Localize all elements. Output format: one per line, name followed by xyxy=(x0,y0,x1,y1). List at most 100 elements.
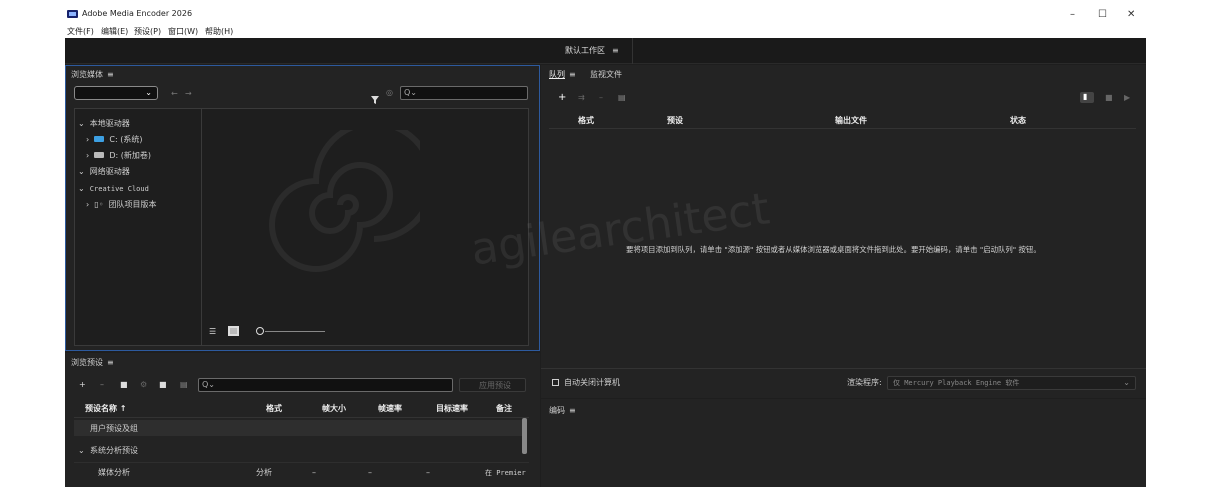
tab-watch-folders[interactable]: 监视文件 xyxy=(590,70,622,80)
encoder-toggle-glyph: ▮ xyxy=(1083,92,1088,101)
stop-queue-icon[interactable]: ■ xyxy=(1105,93,1113,103)
expand-chevron-icon: ⌄ xyxy=(78,184,85,193)
import-preset-icon[interactable]: ■ xyxy=(159,380,167,390)
preset-header-line xyxy=(74,417,529,418)
back-arrow-icon[interactable]: ← xyxy=(171,89,178,99)
drive-d-icon xyxy=(94,152,105,158)
eye-icon[interactable]: ◎ xyxy=(386,88,393,98)
preset-cell-frame-size: – xyxy=(312,468,316,477)
encoding-title[interactable]: 编码 xyxy=(549,406,565,416)
queue-footer-line xyxy=(541,368,1146,369)
tree-label: 网络驱动器 xyxy=(89,167,130,176)
workspace-tab[interactable]: 默认工作区 xyxy=(565,46,605,56)
add-source-icon[interactable]: + xyxy=(558,93,566,103)
menu-help[interactable]: 帮助(H) xyxy=(205,27,233,37)
remove-preset-icon[interactable]: – xyxy=(100,380,104,390)
queue-col-preset[interactable]: 预设 xyxy=(667,116,683,126)
queue-empty-message: 要将项目添加到队列，请单击 "添加源" 按钮或者从媒体浏览器或桌面将文件拖到此处… xyxy=(626,245,1041,254)
col-frame-rate[interactable]: 帧速率 xyxy=(378,404,402,414)
expand-chevron-icon: ⌄ xyxy=(78,119,85,128)
apply-preset-button[interactable]: 应用预设 xyxy=(459,378,526,392)
tree-label: 团队项目版本 xyxy=(108,200,157,209)
workspace-bar: 默认工作区 ≡ xyxy=(65,38,1146,64)
app-logo-icon xyxy=(67,10,78,18)
col-preset-name[interactable]: 预设名称 ↑ xyxy=(85,404,127,414)
tree-divider[interactable] xyxy=(201,109,202,345)
media-browser-menu-icon[interactable]: ≡ xyxy=(107,70,114,80)
icon-view-icon[interactable] xyxy=(228,326,239,336)
menu-window[interactable]: 窗口(W) xyxy=(168,27,198,37)
encoding-menu-icon[interactable]: ≡ xyxy=(569,406,576,416)
location-dropdown[interactable]: ⌄ xyxy=(74,86,158,100)
encoding-panel xyxy=(541,399,1146,487)
menu-edit[interactable]: 编辑(E) xyxy=(101,27,128,37)
queue-header-line xyxy=(549,128,1136,129)
queue-col-output[interactable]: 输出文件 xyxy=(835,116,867,126)
preset-settings-icon[interactable]: ⚙ xyxy=(140,380,147,390)
preset-cell-frame-rate: – xyxy=(368,468,372,477)
media-browser-title[interactable]: 浏览媒体 xyxy=(71,70,103,80)
auto-shutdown-checkbox[interactable] xyxy=(552,379,559,386)
collapse-chevron-icon: › xyxy=(86,200,90,209)
window-title: Adobe Media Encoder 2026 xyxy=(82,9,193,18)
search-icon: Q⌄ xyxy=(202,380,215,389)
queue-col-format[interactable]: 格式 xyxy=(578,116,594,126)
export-preset-icon[interactable]: ▤ xyxy=(180,380,188,390)
preset-row-media-analysis[interactable]: 媒体分析 分析 – – – 在 Premier xyxy=(74,462,529,478)
preset-row-label: 系统分析预设 xyxy=(90,446,138,455)
watermark-logo xyxy=(260,120,435,280)
renderer-label: 渲染程序: xyxy=(847,378,882,387)
forward-arrow-icon[interactable]: → xyxy=(185,89,192,99)
search-icon: Q⌄ xyxy=(404,88,417,97)
preset-cell-comment: 在 Premier xyxy=(485,469,526,477)
auto-shutdown-label: 自动关闭计算机 xyxy=(564,378,620,387)
menu-bar: 文件(F) 编辑(E) 预设(P) 窗口(W) 帮助(H) xyxy=(0,24,1211,38)
encoder-toggle-icon[interactable]: ▮ xyxy=(1080,92,1094,103)
team-project-icon: ▯◦ xyxy=(94,200,104,209)
expand-chevron-icon: ⌄ xyxy=(78,167,85,176)
tab-queue[interactable]: 队列 xyxy=(549,70,565,80)
expand-chevron-icon: ⌄ xyxy=(78,446,85,455)
add-output-icon[interactable]: ⇉ xyxy=(578,93,585,103)
filter-icon[interactable] xyxy=(371,89,379,108)
start-queue-icon[interactable]: ▶ xyxy=(1124,93,1130,103)
chevron-down-icon: ⌄ xyxy=(145,88,152,97)
queue-menu-icon[interactable]: ≡ xyxy=(569,70,576,80)
close-button[interactable]: ✕ xyxy=(1127,10,1135,20)
col-format[interactable]: 格式 xyxy=(266,404,282,414)
apply-preset-label: 应用预设 xyxy=(479,381,511,390)
preset-browser-title[interactable]: 浏览预设 xyxy=(71,358,103,368)
preset-search-input[interactable]: Q⌄ xyxy=(198,378,453,392)
col-frame-size[interactable]: 帧大小 xyxy=(322,404,346,414)
preset-cell-target-rate: – xyxy=(426,468,430,477)
renderer-select[interactable]: 仅 Mercury Playback Engine 软件 ⌄ xyxy=(887,376,1136,390)
queue-col-status[interactable]: 状态 xyxy=(1010,116,1026,126)
preset-row-label: 用户预设及组 xyxy=(90,424,138,433)
remove-icon[interactable]: – xyxy=(599,93,603,103)
new-group-icon[interactable]: ■ xyxy=(120,380,128,390)
add-preset-icon[interactable]: + xyxy=(79,380,86,390)
col-comment[interactable]: 备注 xyxy=(496,404,512,414)
duplicate-icon[interactable]: ▤ xyxy=(618,93,626,103)
zoom-slider-handle[interactable] xyxy=(256,327,264,335)
preset-row-label: 媒体分析 xyxy=(98,468,130,477)
drive-c-icon xyxy=(94,136,105,142)
preset-scrollbar[interactable] xyxy=(522,418,527,454)
tree-item-team-projects[interactable]: › ▯◦ 团队项目版本 xyxy=(86,192,157,211)
workspace-menu-icon[interactable]: ≡ xyxy=(612,46,619,56)
list-view-icon[interactable]: ☰ xyxy=(209,327,216,337)
chevron-down-icon: ⌄ xyxy=(1123,378,1130,387)
minimize-button[interactable]: – xyxy=(1070,10,1075,20)
menu-preset[interactable]: 预设(P) xyxy=(134,27,161,37)
preset-cell-format: 分析 xyxy=(256,468,272,477)
workspace-divider xyxy=(632,38,633,64)
preset-row-system[interactable]: ⌄ 系统分析预设 xyxy=(74,442,522,458)
preset-browser-menu-icon[interactable]: ≡ xyxy=(107,358,114,368)
maximize-button[interactable]: ☐ xyxy=(1098,10,1107,20)
renderer-value: 仅 Mercury Playback Engine 软件 xyxy=(893,379,1020,387)
zoom-slider-track[interactable] xyxy=(265,331,325,332)
menu-file[interactable]: 文件(F) xyxy=(67,27,94,37)
col-target-rate[interactable]: 目标速率 xyxy=(436,404,468,414)
media-search-input[interactable]: Q⌄ xyxy=(400,86,528,100)
preset-row-user[interactable]: 用户预设及组 xyxy=(74,420,522,436)
